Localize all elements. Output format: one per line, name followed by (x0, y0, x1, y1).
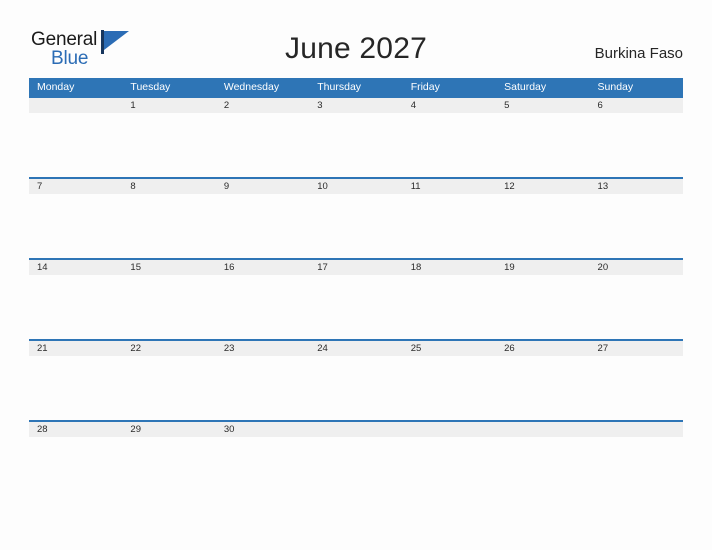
week-note-area[interactable] (29, 275, 683, 339)
day-cell[interactable] (496, 422, 589, 437)
day-cell[interactable] (403, 422, 496, 437)
week-note-area[interactable] (29, 437, 683, 501)
weekday-wednesday: Wednesday (223, 81, 280, 93)
day-cell[interactable]: 6 (590, 98, 683, 113)
day-cell[interactable]: 3 (309, 98, 402, 113)
day-cell[interactable]: 19 (496, 260, 589, 275)
day-cell[interactable]: 9 (216, 179, 309, 194)
day-cell[interactable]: 12 (496, 179, 589, 194)
week-row: 21 22 23 24 25 26 27 (29, 339, 683, 420)
weekday-saturday: Saturday (504, 81, 547, 93)
day-cell[interactable]: 15 (122, 260, 215, 275)
day-cell[interactable]: 4 (403, 98, 496, 113)
day-cell[interactable]: 29 (122, 422, 215, 437)
calendar-table: Monday Tuesday Wednesday Thursday Friday… (29, 78, 683, 501)
week-note-area[interactable] (29, 194, 683, 258)
day-cell[interactable]: 1 (122, 98, 215, 113)
day-cell[interactable]: 20 (590, 260, 683, 275)
weekday-friday: Friday (410, 81, 440, 93)
day-cell[interactable]: 10 (309, 179, 402, 194)
week-date-band: 1 2 3 4 5 6 (29, 98, 683, 113)
day-cell[interactable]: 17 (309, 260, 402, 275)
day-cell[interactable]: 23 (216, 341, 309, 356)
day-cell[interactable]: 22 (122, 341, 215, 356)
week-row: 14 15 16 17 18 19 20 (29, 258, 683, 339)
day-cell[interactable]: 30 (216, 422, 309, 437)
day-cell[interactable] (590, 422, 683, 437)
calendar-page: General Blue June 2027 Burkina Faso Mond… (0, 0, 712, 550)
day-cell[interactable]: 18 (403, 260, 496, 275)
day-cell[interactable]: 24 (309, 341, 402, 356)
weekday-header-row: Monday Tuesday Wednesday Thursday Friday… (29, 78, 683, 96)
weekday-sunday: Sunday (597, 81, 634, 93)
day-cell[interactable]: 14 (29, 260, 122, 275)
weekday-tuesday: Tuesday (130, 81, 171, 93)
country-label: Burkina Faso (594, 45, 683, 62)
week-date-band: 7 8 9 10 11 12 13 (29, 179, 683, 194)
week-note-area[interactable] (29, 356, 683, 420)
day-cell[interactable]: 13 (590, 179, 683, 194)
day-cell[interactable]: 21 (29, 341, 122, 356)
day-cell[interactable]: 26 (496, 341, 589, 356)
week-date-band: 21 22 23 24 25 26 27 (29, 341, 683, 356)
day-cell[interactable]: 11 (403, 179, 496, 194)
day-cell[interactable]: 7 (29, 179, 122, 194)
day-cell[interactable]: 25 (403, 341, 496, 356)
day-cell[interactable]: 28 (29, 422, 122, 437)
day-cell[interactable] (309, 422, 402, 437)
week-date-band: 28 29 30 (29, 422, 683, 437)
week-note-area[interactable] (29, 113, 683, 177)
week-row: 7 8 9 10 11 12 13 (29, 177, 683, 258)
week-row: 28 29 30 (29, 420, 683, 501)
weekday-monday: Monday (37, 81, 75, 93)
day-cell[interactable]: 2 (216, 98, 309, 113)
day-cell[interactable]: 8 (122, 179, 215, 194)
day-cell[interactable]: 27 (590, 341, 683, 356)
day-cell[interactable] (29, 98, 122, 113)
week-date-band: 14 15 16 17 18 19 20 (29, 260, 683, 275)
page-header: General Blue June 2027 Burkina Faso (0, 0, 712, 74)
week-row: 1 2 3 4 5 6 (29, 96, 683, 177)
weekday-thursday: Thursday (317, 81, 362, 93)
day-cell[interactable]: 5 (496, 98, 589, 113)
day-cell[interactable]: 16 (216, 260, 309, 275)
